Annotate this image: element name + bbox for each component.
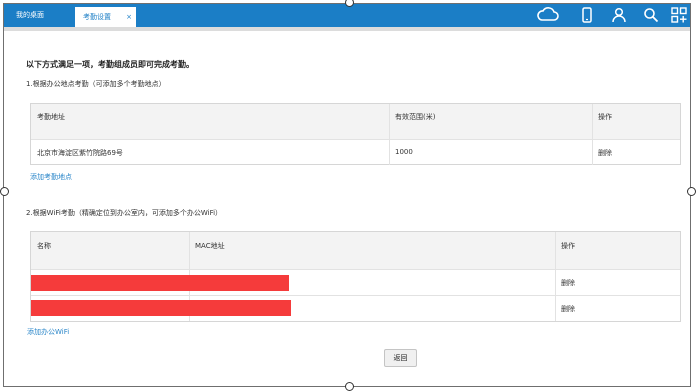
- add-wifi-link[interactable]: 添加办公WiFi: [27, 327, 69, 337]
- tab-label: 考勤设置: [83, 13, 111, 21]
- table-row: 北京市海淀区紫竹院路69号 1000 删除: [31, 139, 680, 165]
- column-header-name: 名称: [37, 242, 51, 250]
- column-header-range: 有效范围(米): [395, 113, 436, 121]
- wifi-table: 名称 MAC地址 操作 删除 删除: [30, 231, 681, 322]
- page-heading: 以下方式满足一项，考勤组成员即可完成考勤。: [26, 60, 194, 69]
- delete-wifi-link[interactable]: 删除: [561, 304, 575, 314]
- resize-handle-left[interactable]: [0, 187, 9, 196]
- top-navigation-bar: 我的桌面 考勤设置 ×: [4, 4, 690, 27]
- wifi-table-header: 名称 MAC地址 操作: [31, 232, 680, 269]
- location-table: 考勤地址 有效范围(米) 操作 北京市海淀区紫竹院路69号 1000 删除: [30, 103, 681, 165]
- location-section-title: 1.根据办公地点考勤（可添加多个考勤地点）: [26, 80, 166, 88]
- cloud-icon[interactable]: [537, 7, 559, 23]
- search-icon[interactable]: [643, 7, 659, 23]
- user-icon[interactable]: [611, 7, 627, 23]
- column-header-action: 操作: [598, 113, 612, 121]
- wifi-section-title: 2.根据WiFi考勤（精确定位到办公室内，可添加多个办公WiFi）: [26, 209, 223, 217]
- delete-location-link[interactable]: 删除: [598, 148, 612, 158]
- range-cell: 1000: [395, 148, 413, 156]
- redaction-bar: [31, 300, 291, 316]
- back-button[interactable]: 返回: [384, 349, 417, 367]
- table-row: 删除: [31, 295, 680, 321]
- apps-icon[interactable]: [671, 7, 687, 23]
- toolbar-divider: [4, 27, 690, 31]
- resize-handle-right[interactable]: [687, 187, 696, 196]
- redaction-bar: [31, 275, 289, 291]
- delete-wifi-link[interactable]: 删除: [561, 278, 575, 288]
- column-header-action: 操作: [561, 242, 575, 250]
- table-row: 删除: [31, 269, 680, 295]
- location-table-header: 考勤地址 有效范围(米) 操作: [31, 104, 680, 139]
- app-window: 我的桌面 考勤设置 × 以下方式满足一项，考勤组成员即可完成考勤。 1.根据办公…: [3, 3, 691, 387]
- mobile-icon[interactable]: [579, 7, 595, 23]
- tab-attendance-settings[interactable]: 考勤设置 ×: [75, 7, 136, 27]
- add-location-link[interactable]: 添加考勤地点: [30, 172, 72, 182]
- column-header-mac: MAC地址: [195, 242, 225, 250]
- column-header-address: 考勤地址: [37, 113, 65, 121]
- address-cell: 北京市海淀区紫竹院路69号: [37, 149, 123, 157]
- resize-handle-bottom[interactable]: [345, 382, 354, 391]
- tab-my-desktop[interactable]: 我的桌面: [10, 4, 50, 27]
- close-tab-icon[interactable]: ×: [126, 7, 132, 27]
